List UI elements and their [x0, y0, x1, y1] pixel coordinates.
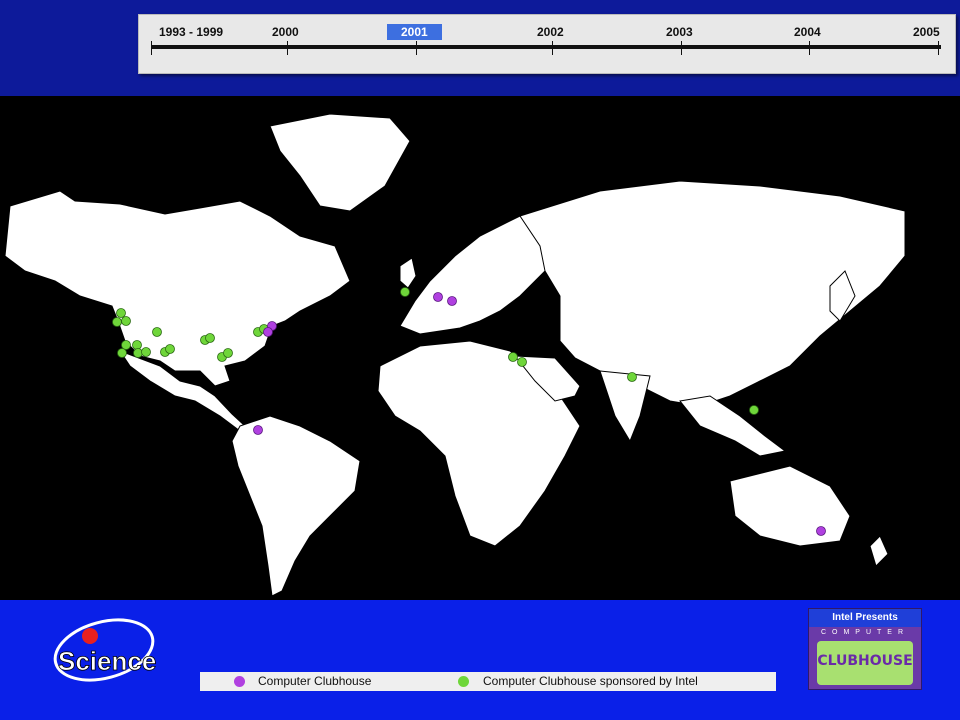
clubhouse-logo-header: Intel Presents	[809, 609, 921, 627]
timeline-tick	[416, 41, 417, 55]
australia-shape	[729, 465, 851, 547]
north-america-shape	[4, 190, 351, 387]
science-logo: Science	[48, 610, 168, 690]
clubhouse-marker	[447, 296, 457, 306]
intel-clubhouse-marker	[117, 348, 127, 358]
south-america-shape	[231, 415, 361, 597]
science-logo-text: Science	[58, 646, 156, 676]
uk-shape	[399, 257, 417, 289]
intel-clubhouse-marker	[517, 357, 527, 367]
world-map-svg	[4, 113, 906, 597]
world-map	[0, 96, 960, 600]
timeline-year-2005[interactable]: 2005	[913, 25, 940, 39]
intel-clubhouse-marker	[165, 344, 175, 354]
intel-clubhouse-marker	[121, 316, 131, 326]
timeline-tick	[287, 41, 288, 55]
timeline-year-2000[interactable]: 2000	[272, 25, 299, 39]
clubhouse-logo-word: CLUBHOUSE	[817, 653, 913, 669]
intel-clubhouse-marker	[400, 287, 410, 297]
timeline-tick	[938, 41, 939, 55]
intel-clubhouse-marker	[112, 317, 122, 327]
timeline-year-1993-1999[interactable]: 1993 - 1999	[159, 25, 223, 39]
science-logo-art: Science	[53, 618, 157, 682]
timeline-year-2004[interactable]: 2004	[794, 25, 821, 39]
timeline-year-2002[interactable]: 2002	[537, 25, 564, 39]
intel-clubhouse-marker	[152, 327, 162, 337]
intel-clubhouse-marker	[205, 333, 215, 343]
clubhouse-marker	[253, 425, 263, 435]
intel-clubhouse-marker	[132, 340, 142, 350]
intel-clubhouse-marker	[133, 348, 143, 358]
clubhouse-logo-subtitle: COMPUTER	[820, 629, 910, 636]
timeline-bar[interactable]: 1993 - 1999 2000 2001 2002 2003 2004 200…	[138, 14, 956, 74]
timeline-tick	[681, 41, 682, 55]
clubhouse-marker	[263, 327, 273, 337]
header-band: 1993 - 1999 2000 2001 2002 2003 2004 200…	[0, 0, 960, 96]
intel-clubhouse-marker	[749, 405, 759, 415]
intel-clubhouse-marker	[223, 348, 233, 358]
timeline-year-2001-selected[interactable]: 2001	[387, 24, 442, 40]
legend-label-intel: Computer Clubhouse sponsored by Intel	[483, 674, 698, 688]
clubhouse-marker	[433, 292, 443, 302]
timeline-tick	[151, 41, 152, 55]
greenland-shape	[269, 113, 411, 212]
legend-purple-dot	[234, 676, 245, 687]
intel-clubhouse-marker	[508, 352, 518, 362]
timeline-track	[151, 45, 941, 49]
footer-band: Science Computer Clubhouse Computer Club…	[0, 600, 960, 720]
legend-green-dot	[458, 676, 469, 687]
timeline-tick	[809, 41, 810, 55]
intel-clubhouse-marker	[116, 308, 126, 318]
map-legend: Computer Clubhouse Computer Clubhouse sp…	[200, 672, 776, 691]
legend-label-clubhouse: Computer Clubhouse	[258, 674, 372, 688]
new-zealand-shape	[869, 535, 889, 567]
clubhouse-marker	[816, 526, 826, 536]
intel-clubhouse-marker	[627, 372, 637, 382]
southeast-asia-shape	[679, 395, 787, 457]
intel-clubhouse-marker	[121, 340, 131, 350]
intel-clubhouse-marker	[141, 347, 151, 357]
clubhouse-logo: Intel Presents COMPUTER CLUBHOUSE	[808, 608, 922, 690]
timeline-year-2003[interactable]: 2003	[666, 25, 693, 39]
timeline-tick	[552, 41, 553, 55]
